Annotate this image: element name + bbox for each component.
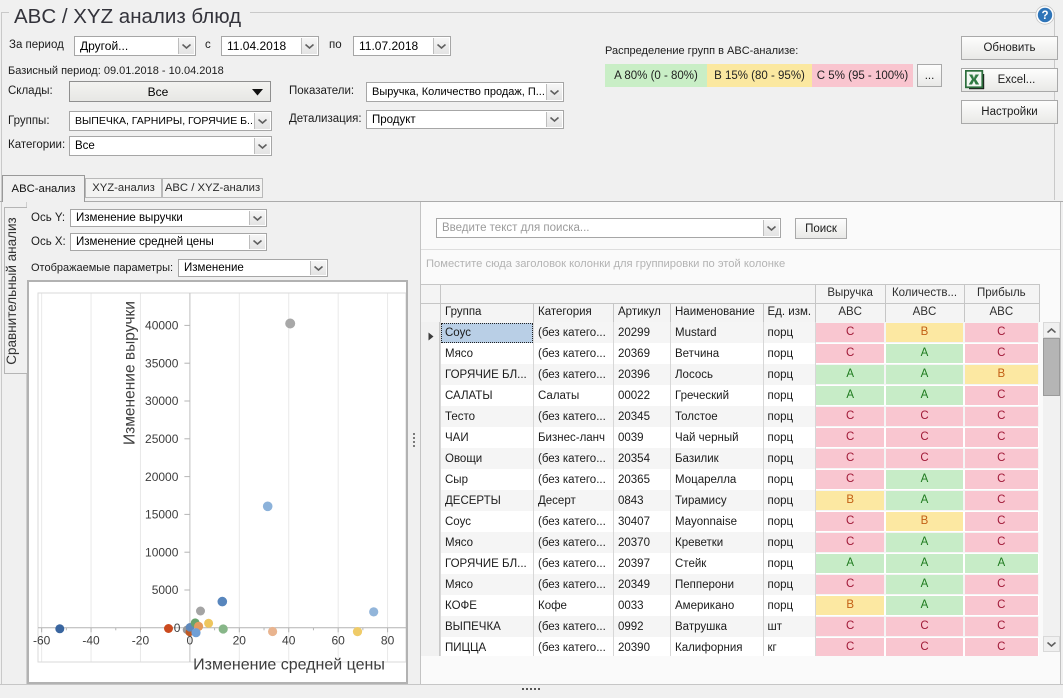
svg-text:40: 40 <box>282 633 296 647</box>
svg-text:20: 20 <box>233 633 247 647</box>
svg-text:?: ? <box>1041 10 1048 22</box>
svg-text:60: 60 <box>331 633 345 647</box>
svg-text:35000: 35000 <box>145 356 179 370</box>
svg-text:Изменение средней цены: Изменение средней цены <box>193 657 385 674</box>
svg-text:10000: 10000 <box>145 545 179 559</box>
svg-text:80: 80 <box>381 633 395 647</box>
svg-text:0: 0 <box>174 621 181 635</box>
svg-text:30000: 30000 <box>145 394 179 408</box>
svg-text:5000: 5000 <box>152 583 179 597</box>
svg-text:40000: 40000 <box>145 319 179 333</box>
svg-text:20000: 20000 <box>145 470 179 484</box>
svg-text:-20: -20 <box>132 633 150 647</box>
svg-text:15000: 15000 <box>145 508 179 522</box>
svg-text:Изменение выручки: Изменение выручки <box>122 301 139 445</box>
svg-text:25000: 25000 <box>145 432 179 446</box>
svg-text:-60: -60 <box>33 633 51 647</box>
svg-text:-40: -40 <box>82 633 100 647</box>
